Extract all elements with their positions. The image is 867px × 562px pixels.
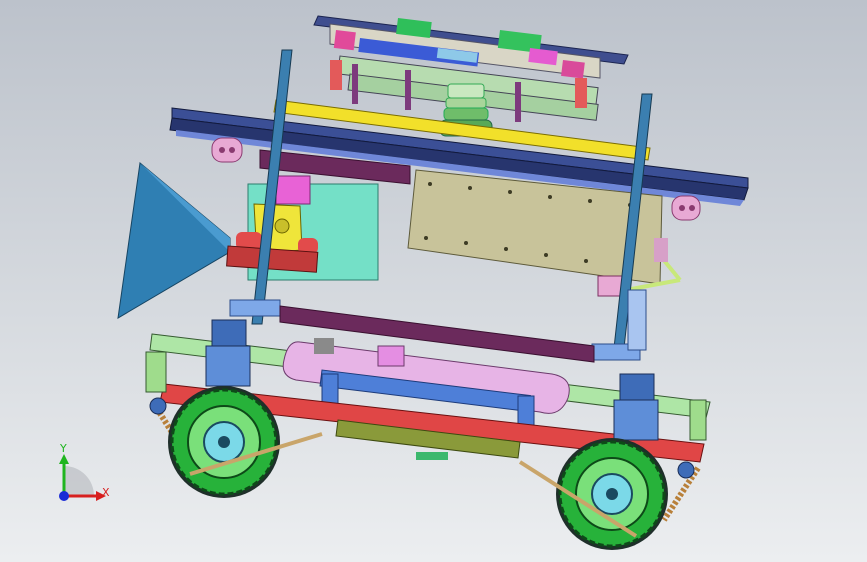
wheel-left[interactable] xyxy=(168,386,280,498)
cad-viewport[interactable]: Y X xyxy=(0,0,867,562)
axis-triad xyxy=(59,454,106,501)
spring-right[interactable] xyxy=(661,461,701,522)
deck-bracket-left[interactable] xyxy=(211,137,243,163)
axis-z-origin xyxy=(59,491,69,501)
motor-left[interactable] xyxy=(205,319,251,387)
side-frame-right[interactable] xyxy=(689,399,707,441)
underside-sensor[interactable] xyxy=(416,452,448,460)
axis-x-label: X xyxy=(102,486,110,499)
robot-model[interactable] xyxy=(0,0,867,562)
side-frame-left[interactable] xyxy=(145,351,167,393)
deck-bracket-right[interactable] xyxy=(671,195,701,221)
motor-right[interactable] xyxy=(613,373,659,441)
axis-y-label: Y xyxy=(60,442,67,455)
